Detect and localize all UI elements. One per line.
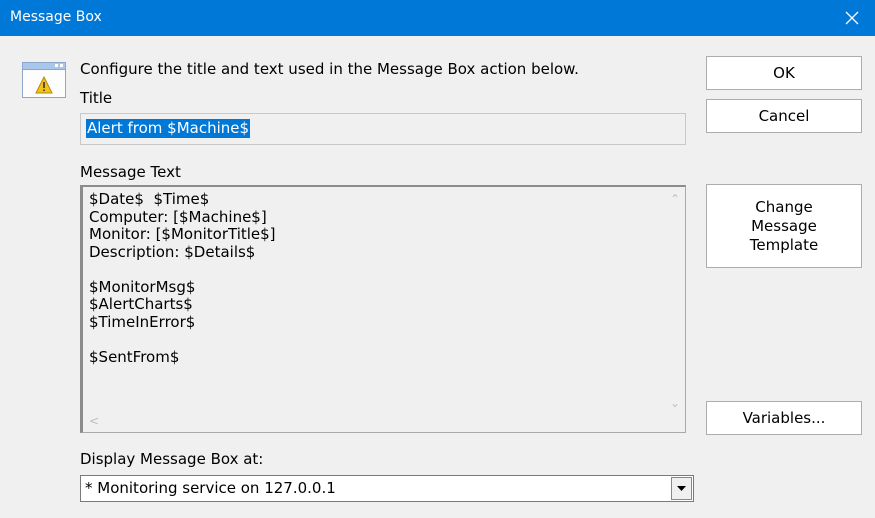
title-input[interactable]: Alert from $Machine$: [80, 113, 686, 145]
variables-button[interactable]: Variables...: [706, 401, 862, 435]
title-input-value: Alert from $Machine$: [86, 119, 251, 138]
display-at-label: Display Message Box at:: [80, 450, 264, 468]
message-text-content: $Date$ $Time$ Computer: [$Machine$] Monito…: [89, 190, 276, 366]
close-button[interactable]: [829, 0, 875, 36]
message-box-dialog: Message Box Configure the title and text…: [0, 0, 875, 518]
display-at-value: * Monitoring service on 127.0.0.1: [85, 479, 336, 497]
scroll-left-icon[interactable]: <: [89, 414, 99, 428]
window-title: Message Box: [10, 9, 102, 25]
change-template-line-1: Change: [755, 197, 813, 216]
vertical-scrollbar[interactable]: ⌃ ⌄: [667, 187, 685, 412]
message-line: Computer: [$Machine$]: [89, 207, 267, 226]
message-text-label: Message Text: [80, 163, 181, 181]
scroll-up-icon[interactable]: ⌃: [670, 192, 680, 206]
intro-text: Configure the title and text used in the…: [80, 60, 579, 78]
message-line: $MonitorMsg$: [89, 277, 196, 296]
message-line: [89, 331, 276, 349]
message-text-area[interactable]: $Date$ $Time$ Computer: [$Machine$] Monito…: [80, 185, 686, 433]
warning-icon: [22, 62, 66, 98]
change-template-line-3: Template: [749, 235, 819, 254]
message-line: $SentFrom$: [89, 347, 180, 366]
dropdown-button[interactable]: [671, 477, 692, 500]
chevron-down-icon: [677, 485, 686, 491]
message-line: $TimeInError$: [89, 312, 196, 331]
message-line: [89, 261, 276, 279]
message-line: $Date$ $Time$: [89, 190, 210, 208]
ok-button[interactable]: OK: [706, 56, 862, 90]
title-bar: Message Box: [0, 0, 875, 36]
change-template-line-2: Message: [751, 216, 817, 235]
cancel-button[interactable]: Cancel: [706, 99, 862, 133]
message-line: $AlertCharts$: [89, 295, 193, 313]
display-at-select[interactable]: * Monitoring service on 127.0.0.1: [80, 475, 694, 502]
close-icon: [845, 11, 859, 25]
change-message-template-button[interactable]: Change Message Template: [706, 184, 862, 268]
message-line: Description: $Details$: [89, 242, 256, 261]
title-label: Title: [80, 89, 113, 107]
message-line: Monitor: [$MonitorTitle$]: [89, 225, 276, 243]
scroll-down-icon[interactable]: ⌄: [670, 396, 680, 410]
horizontal-scrollbar[interactable]: <: [83, 412, 667, 432]
